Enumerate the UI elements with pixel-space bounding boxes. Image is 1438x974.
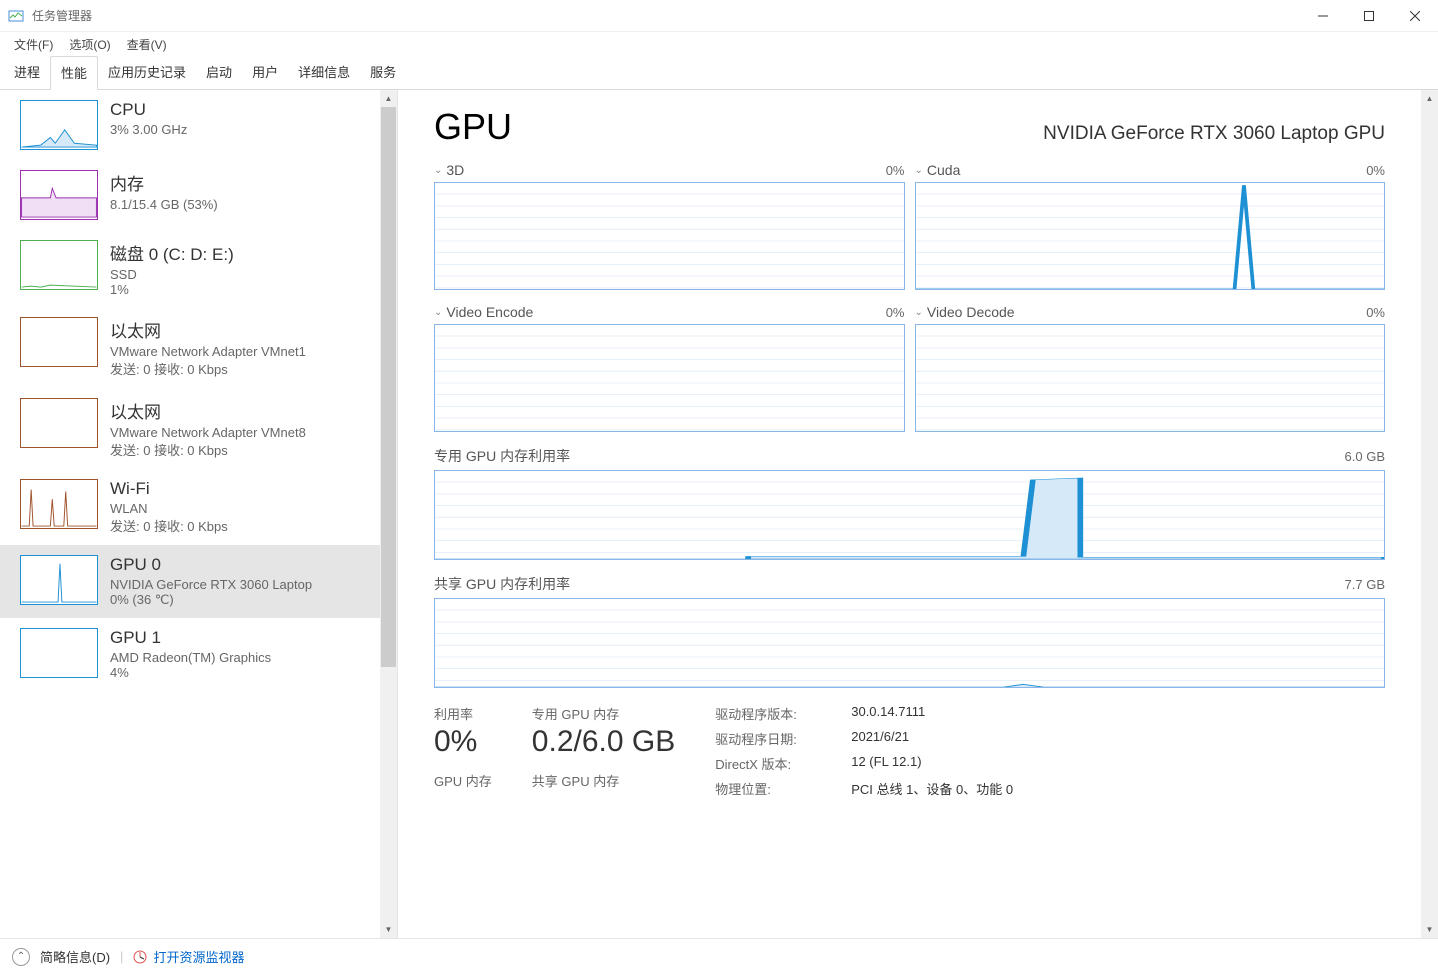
tab-processes[interactable]: 进程 [4, 56, 50, 89]
sidebar-item-sub1: 8.1/15.4 GB (53%) [110, 197, 374, 212]
sidebar: CPU 3% 3.00 GHz 内存 8.1/15.4 GB (53%) 磁盘 … [0, 90, 398, 938]
sidebar-item-sub2: 发送: 0 接收: 0 Kbps [110, 359, 374, 378]
sidebar-item-title: CPU [110, 100, 374, 120]
stat-utilization-label: 利用率 [434, 704, 492, 723]
sidebar-item-0[interactable]: CPU 3% 3.00 GHz [0, 90, 380, 160]
sidebar-item-1[interactable]: 内存 8.1/15.4 GB (53%) [0, 160, 380, 230]
statusbar: ⌃ 简略信息(D) | 打开资源监视器 [0, 938, 1438, 974]
scroll-down-icon[interactable]: ▼ [380, 921, 397, 938]
sidebar-item-sub1: WLAN [110, 501, 374, 516]
perf-monitor-icon [133, 950, 147, 964]
sidebar-thumb [20, 317, 98, 367]
scrollbar-thumb[interactable] [381, 107, 396, 667]
sidebar-thumb [20, 479, 98, 529]
sidebar-item-title: GPU 1 [110, 628, 374, 648]
open-resource-monitor-link[interactable]: 打开资源监视器 [133, 947, 244, 966]
tab-startup[interactable]: 启动 [196, 56, 242, 89]
chevron-down-icon[interactable]: ⌄ [915, 165, 923, 176]
sidebar-item-sub2: 发送: 0 接收: 0 Kbps [110, 440, 374, 459]
stat-utilization-value: 0% [434, 725, 492, 759]
tab-performance[interactable]: 性能 [50, 56, 98, 90]
menubar: 文件(F) 选项(O) 查看(V) [0, 32, 1438, 56]
maximize-button[interactable] [1346, 0, 1392, 32]
chevron-down-icon[interactable]: ⌄ [434, 165, 442, 176]
app-icon [8, 8, 24, 24]
stat-dedicated-label: 专用 GPU 内存 [532, 704, 675, 723]
sidebar-thumb [20, 100, 98, 150]
sidebar-scrollbar[interactable]: ▲ ▼ [380, 90, 397, 938]
tab-users[interactable]: 用户 [242, 56, 288, 89]
chart-3d[interactable]: ⌄3D0% [434, 162, 905, 290]
sidebar-item-sub1: VMware Network Adapter VMnet8 [110, 425, 374, 440]
sidebar-item-title: 以太网 [110, 317, 374, 342]
tab-services[interactable]: 服务 [360, 56, 406, 89]
detail-scrollbar[interactable]: ▲ ▼ [1421, 90, 1438, 938]
detail-pane: GPU NVIDIA GeForce RTX 3060 Laptop GPU ⌄… [398, 90, 1438, 938]
sidebar-item-sub1: NVIDIA GeForce RTX 3060 Laptop [110, 577, 374, 592]
chart-cuda[interactable]: ⌄Cuda0% [915, 162, 1386, 290]
scroll-up-icon[interactable]: ▲ [380, 90, 397, 107]
stat-pair: DirectX 版本:12 (FL 12.1) [715, 754, 1055, 773]
menu-view[interactable]: 查看(V) [121, 34, 173, 55]
sidebar-item-7[interactable]: GPU 1 AMD Radeon(TM) Graphics 4% [0, 618, 380, 690]
sidebar-item-title: 以太网 [110, 398, 374, 423]
sidebar-item-title: Wi-Fi [110, 479, 374, 499]
menu-options[interactable]: 选项(O) [63, 34, 116, 55]
sidebar-item-sub2: 1% [110, 282, 374, 297]
stat-dedicated-value: 0.2/6.0 GB [532, 725, 675, 759]
sidebar-item-6[interactable]: GPU 0 NVIDIA GeForce RTX 3060 Laptop 0% … [0, 545, 380, 618]
sidebar-item-sub1: SSD [110, 267, 374, 282]
sidebar-item-4[interactable]: 以太网 VMware Network Adapter VMnet8 发送: 0 … [0, 388, 380, 469]
sidebar-item-5[interactable]: Wi-Fi WLAN 发送: 0 接收: 0 Kbps [0, 469, 380, 545]
sidebar-item-title: GPU 0 [110, 555, 374, 575]
fewer-details-link[interactable]: 简略信息(D) [40, 947, 110, 966]
sidebar-thumb [20, 398, 98, 448]
sidebar-thumb [20, 555, 98, 605]
minimize-button[interactable] [1300, 0, 1346, 32]
collapse-icon[interactable]: ⌃ [12, 948, 30, 966]
sidebar-item-title: 磁盘 0 (C: D: E:) [110, 240, 374, 265]
scroll-up-icon[interactable]: ▲ [1421, 90, 1438, 107]
sidebar-item-2[interactable]: 磁盘 0 (C: D: E:) SSD 1% [0, 230, 380, 307]
menu-file[interactable]: 文件(F) [8, 34, 59, 55]
chart-dedicated-mem[interactable]: 专用 GPU 内存利用率6.0 GB [434, 446, 1385, 560]
chevron-down-icon[interactable]: ⌄ [915, 307, 923, 318]
sidebar-item-3[interactable]: 以太网 VMware Network Adapter VMnet1 发送: 0 … [0, 307, 380, 388]
stat-pair: 驱动程序版本:30.0.14.7111 [715, 704, 1055, 723]
sidebar-item-sub2: 发送: 0 接收: 0 Kbps [110, 516, 374, 535]
sidebar-item-sub1: 3% 3.00 GHz [110, 122, 374, 137]
detail-subheading: NVIDIA GeForce RTX 3060 Laptop GPU [1043, 123, 1385, 145]
sidebar-thumb [20, 240, 98, 290]
stat-gpu-mem-label: GPU 内存 [434, 771, 492, 790]
sidebar-item-sub1: VMware Network Adapter VMnet1 [110, 344, 374, 359]
sidebar-item-title: 内存 [110, 170, 374, 195]
detail-heading: GPU [434, 106, 512, 148]
tab-app-history[interactable]: 应用历史记录 [98, 56, 196, 89]
stat-pair: 驱动程序日期:2021/6/21 [715, 729, 1055, 748]
stats-grid: 利用率 0% GPU 内存 专用 GPU 内存 0.2/6.0 GB 共享 GP… [434, 704, 1385, 804]
stat-pair: 物理位置:PCI 总线 1、设备 0、功能 0 [715, 779, 1055, 798]
sidebar-item-sub2: 4% [110, 665, 374, 680]
chart-shared-mem[interactable]: 共享 GPU 内存利用率7.7 GB [434, 574, 1385, 688]
chevron-down-icon[interactable]: ⌄ [434, 307, 442, 318]
close-button[interactable] [1392, 0, 1438, 32]
tabstrip: 进程 性能 应用历史记录 启动 用户 详细信息 服务 [0, 56, 1438, 90]
scroll-down-icon[interactable]: ▼ [1421, 921, 1438, 938]
sidebar-thumb [20, 170, 98, 220]
sidebar-item-sub2: 0% (36 ℃) [110, 592, 374, 608]
window-title: 任务管理器 [32, 7, 1300, 24]
titlebar: 任务管理器 [0, 0, 1438, 32]
content: CPU 3% 3.00 GHz 内存 8.1/15.4 GB (53%) 磁盘 … [0, 90, 1438, 938]
chart-video-decode[interactable]: ⌄Video Decode0% [915, 304, 1386, 432]
chart-video-encode[interactable]: ⌄Video Encode0% [434, 304, 905, 432]
stat-shared-label: 共享 GPU 内存 [532, 771, 675, 790]
window-controls [1300, 0, 1438, 32]
sidebar-item-sub1: AMD Radeon(TM) Graphics [110, 650, 374, 665]
tab-details[interactable]: 详细信息 [288, 56, 360, 89]
sidebar-thumb [20, 628, 98, 678]
